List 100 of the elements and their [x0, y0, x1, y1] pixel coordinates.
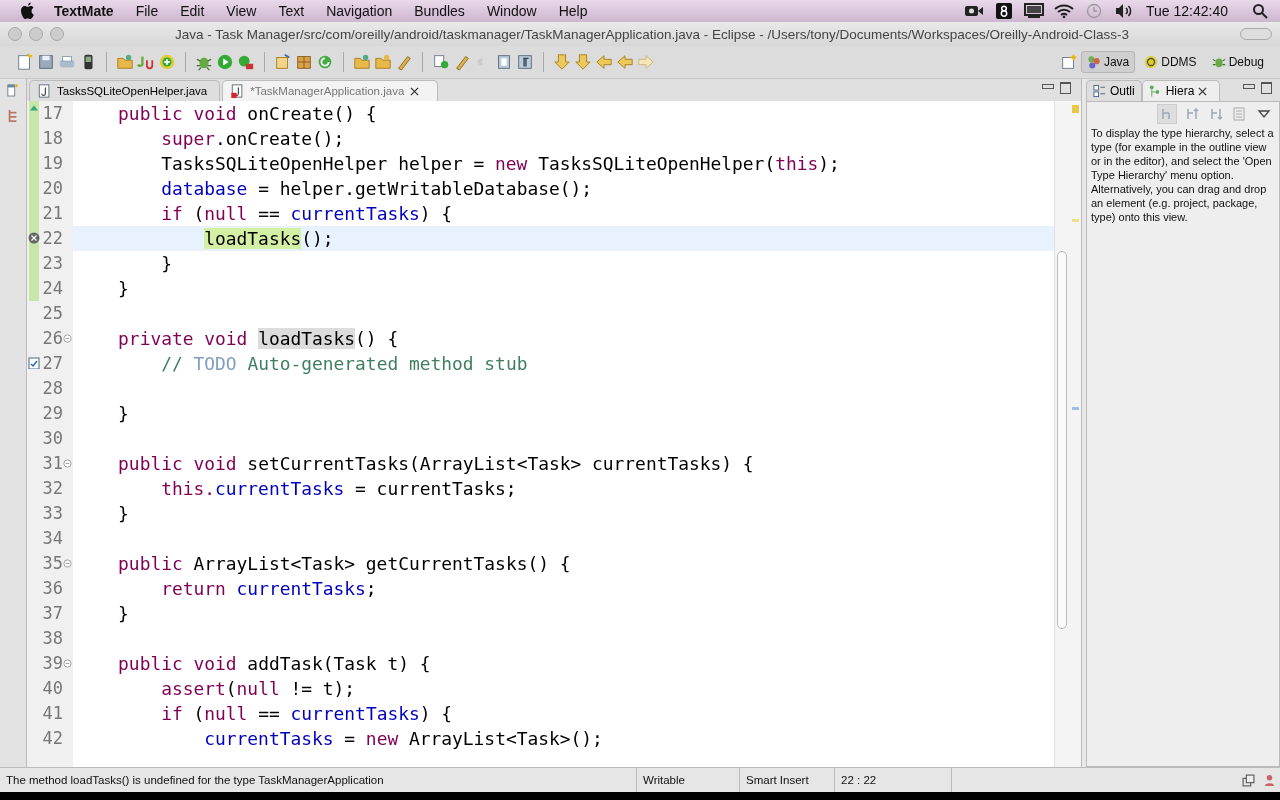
menu-item[interactable]: Window — [486, 3, 537, 19]
restore-view-icon[interactable] — [7, 83, 19, 97]
code-line: currentTasks = new ArrayList<Task>(); — [203, 728, 603, 749]
line-number: 38 — [41, 627, 63, 650]
wifi-icon[interactable] — [1054, 3, 1074, 19]
perspective-button[interactable]: Debug — [1205, 51, 1270, 73]
code-line: } — [160, 253, 172, 274]
close-icon[interactable] — [1198, 86, 1208, 96]
close-icon[interactable] — [410, 86, 420, 96]
line-number: 33 — [41, 502, 63, 525]
menu-item[interactable]: Navigation — [326, 3, 393, 19]
open-perspective-icon[interactable] — [1059, 53, 1078, 71]
view-tab[interactable]: Outli — [1086, 80, 1142, 101]
line-number: 20 — [41, 177, 63, 200]
line-number: 26 — [41, 327, 63, 350]
outline-icon — [1093, 84, 1106, 98]
line-number: 30 — [41, 427, 63, 450]
perspective-button[interactable]: Java — [1080, 51, 1136, 73]
box-icon[interactable] — [295, 53, 313, 71]
line-number: 18 — [41, 127, 63, 150]
line-number: 22 — [41, 227, 63, 250]
paragraph-icon[interactable] — [516, 53, 534, 71]
menu-item[interactable]: File — [135, 3, 159, 19]
code-line: } — [117, 603, 129, 624]
line-number: 23 — [41, 252, 63, 275]
hierarchy-icon[interactable] — [1157, 104, 1177, 124]
brush-icon[interactable] — [395, 53, 413, 71]
display-icon[interactable] — [1024, 3, 1044, 19]
open-folder-icon[interactable] — [353, 53, 371, 71]
menu-item[interactable]: Text — [278, 3, 305, 19]
speaker-icon[interactable] — [1114, 3, 1134, 19]
task-icon[interactable] — [432, 53, 450, 71]
zoom-button[interactable] — [50, 27, 64, 41]
line-number: 29 — [41, 402, 63, 425]
search-icon[interactable] — [1250, 3, 1270, 19]
down-arrow-icon[interactable] — [574, 53, 592, 71]
code-line: public void onCreate() { — [117, 103, 377, 124]
left-arrow-icon[interactable] — [595, 53, 613, 71]
editor-tab[interactable]: *TaskManagerApplication.java — [222, 80, 439, 101]
line-number: 27 — [41, 352, 63, 375]
line-number: 36 — [41, 577, 63, 600]
beans-icon — [1086, 55, 1101, 69]
minimize-button[interactable] — [1042, 83, 1054, 89]
line-number: 40 — [41, 677, 63, 700]
left-arrow-icon[interactable] — [616, 53, 634, 71]
camera-icon[interactable] — [964, 3, 984, 19]
line-number: 34 — [41, 527, 63, 550]
code-line: public void setCurrentTasks(ArrayList<Task> currentTasks) { — [117, 453, 754, 474]
line-number: 35 — [41, 552, 63, 575]
line-number: 41 — [41, 702, 63, 725]
code-line: public void addTask(Task t) { — [117, 653, 431, 674]
code-line: this.currentTasks = currentTasks; — [160, 478, 517, 499]
square-icon[interactable] — [994, 3, 1014, 19]
line-number: 37 — [41, 602, 63, 625]
menu-item[interactable]: View — [226, 3, 257, 19]
code-line: public ArrayList<Task> getCurrentTasks() { — [117, 553, 571, 574]
maximize-button[interactable] — [1261, 82, 1272, 94]
refresh-icon[interactable] — [316, 53, 334, 71]
view-tab[interactable]: Hiera — [1141, 80, 1221, 101]
plus-icon[interactable] — [158, 53, 176, 71]
window-title: Java - Task Manager/src/com/oreilly/android/taskmanager/TaskManagerApplication.java - Eclipse - /Users/tony/Documents/Workspaces/Oreilly-Android-Class-3 — [174, 26, 1130, 42]
collapse-icon[interactable] — [63, 334, 72, 343]
collapse-icon[interactable] — [63, 459, 72, 468]
java-file-icon — [38, 84, 51, 98]
menu-item[interactable]: Edit — [180, 3, 205, 19]
hierarchy-icon[interactable] — [7, 109, 19, 123]
apple-icon[interactable] — [20, 2, 36, 20]
code-line: } — [117, 278, 129, 299]
collapse-icon[interactable] — [63, 659, 72, 668]
minimize-button[interactable] — [1243, 83, 1255, 89]
windows-icon[interactable] — [1242, 773, 1255, 787]
highlighter-icon[interactable] — [453, 53, 471, 71]
new-file-icon[interactable] — [16, 53, 34, 71]
editor-tab[interactable]: TasksSQLiteOpenHelper.java — [29, 80, 221, 101]
person-icon[interactable] — [1263, 773, 1276, 787]
line-number: 24 — [41, 277, 63, 300]
folder-plus-icon[interactable] — [116, 53, 134, 71]
run-icon[interactable] — [216, 53, 234, 71]
scrollbar-thumb[interactable] — [1057, 251, 1067, 629]
code-line: private void loadTasks() { — [117, 328, 399, 349]
collapse-icon[interactable] — [63, 559, 72, 568]
block-icon[interactable] — [495, 53, 513, 71]
menu-item[interactable]: Bundles — [414, 3, 465, 19]
toolbar-toggle-button[interactable] — [1240, 28, 1272, 40]
clock-icon[interactable] — [1084, 3, 1104, 19]
code-line: } — [117, 403, 129, 424]
folder-icon[interactable] — [374, 53, 392, 71]
code-line: if (null == currentTasks) { — [160, 203, 453, 224]
line-number: 31 — [41, 452, 63, 475]
package-icon[interactable] — [274, 53, 292, 71]
badge-icon — [1144, 55, 1159, 69]
clock-text: Tue 12:42:40 — [1146, 3, 1228, 19]
save-icon[interactable] — [37, 53, 55, 71]
perspective-button[interactable]: DDMS — [1138, 51, 1203, 73]
close-button[interactable] — [8, 27, 22, 41]
maximize-button[interactable] — [1060, 82, 1071, 94]
down-arrow-icon[interactable] — [553, 53, 571, 71]
app-menu[interactable]: TextMate — [54, 3, 114, 19]
run-tool-icon[interactable] — [237, 53, 255, 71]
menu-item[interactable]: Help — [558, 3, 588, 19]
